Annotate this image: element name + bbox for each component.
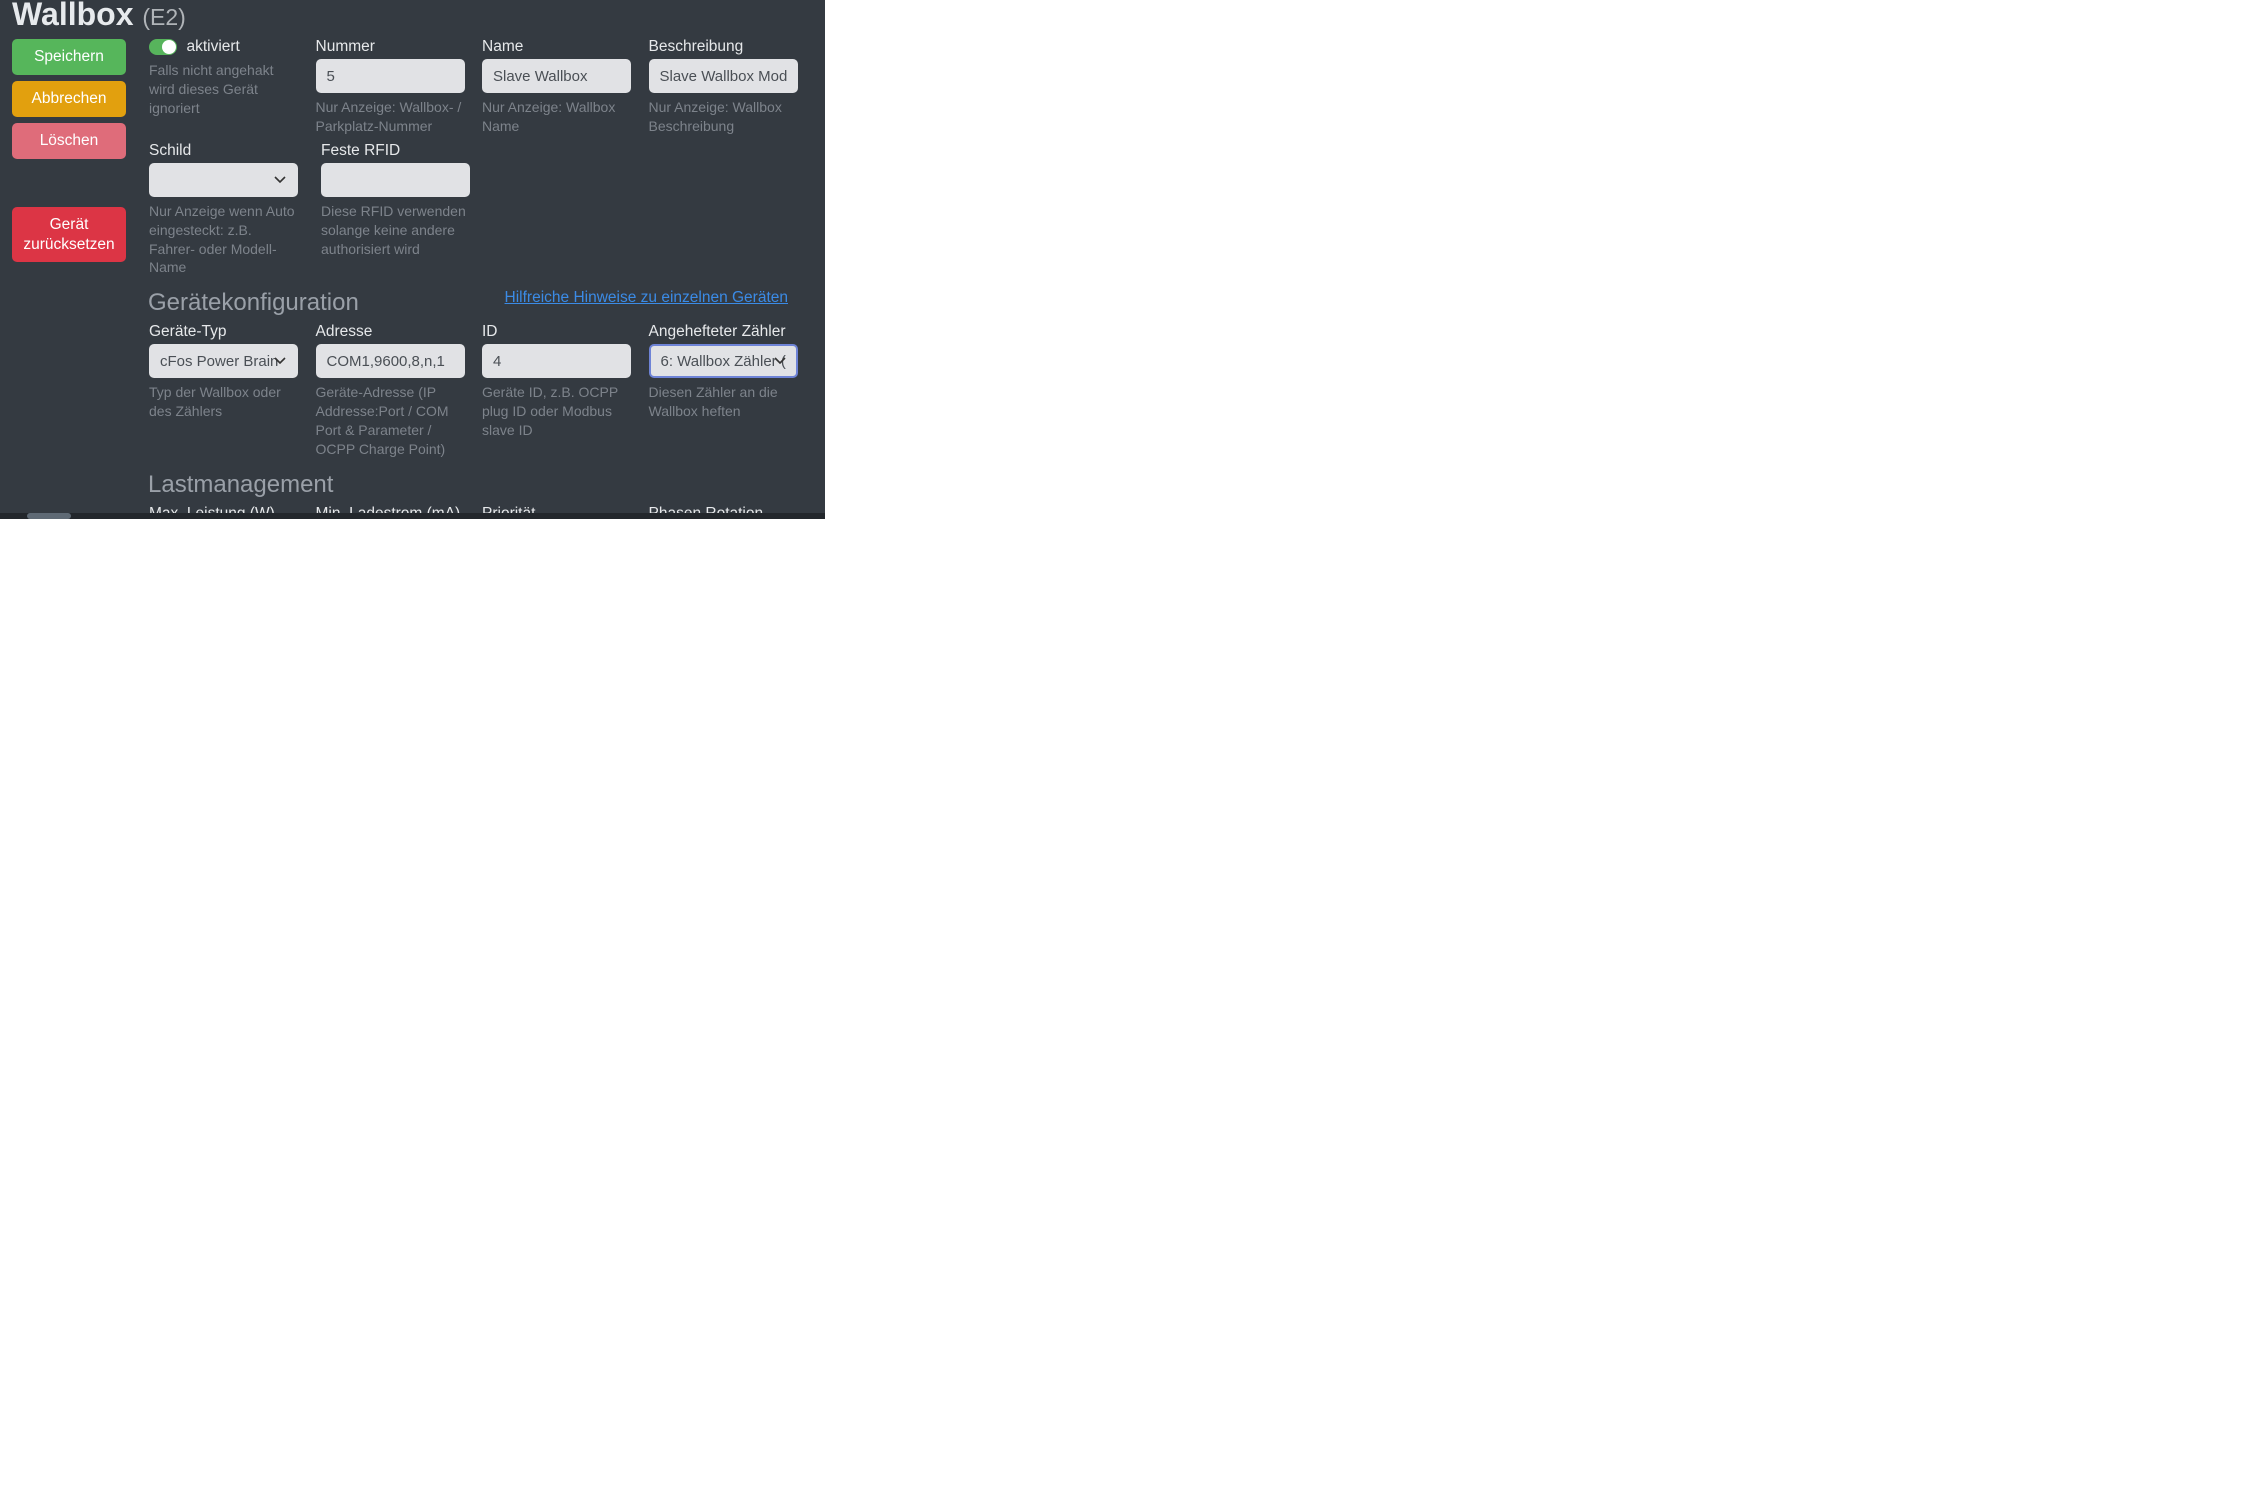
device-type-help: Typ der Wallbox oder des Zählers	[149, 383, 298, 421]
activated-help: Falls nicht angehakt wird dieses Gerät i…	[149, 61, 298, 118]
wallbox-config-panel: Wallbox (E2) Speichern Abbrechen Löschen…	[0, 0, 825, 519]
name-input[interactable]	[482, 59, 631, 93]
description-label: Beschreibung	[649, 38, 812, 56]
rfid-input[interactable]	[321, 163, 470, 197]
id-input[interactable]	[482, 344, 631, 378]
device-type-select[interactable]	[149, 344, 298, 378]
address-input[interactable]	[316, 344, 465, 378]
sign-help: Nur Anzeige wenn Auto eingesteckt: z.B. …	[149, 202, 298, 278]
id-label: ID	[482, 323, 645, 341]
activated-toggle[interactable]	[149, 39, 177, 55]
device-hints-link[interactable]: Hilfreiche Hinweise zu einzelnen Geräten	[505, 289, 788, 307]
sign-select[interactable]	[149, 163, 298, 197]
title-main: Wallbox	[12, 0, 133, 32]
title-sub: (E2)	[142, 4, 185, 30]
description-help: Nur Anzeige: Wallbox Beschreibung	[649, 98, 798, 136]
meter-label: Angehefteter Zähler	[649, 323, 812, 341]
device-type-label: Geräte-Typ	[149, 323, 312, 341]
delete-button[interactable]: Löschen	[12, 123, 126, 159]
action-button-column: Speichern Abbrechen Löschen Gerät zurück…	[12, 39, 126, 268]
name-label: Name	[482, 38, 645, 56]
name-help: Nur Anzeige: Wallbox Name	[482, 98, 631, 136]
section-load-management: Lastmanagement	[148, 471, 812, 499]
sign-label: Schild	[149, 142, 317, 160]
activated-label: aktiviert	[186, 38, 239, 55]
page-title: Wallbox (E2)	[12, 0, 186, 33]
cancel-button[interactable]: Abbrechen	[12, 81, 126, 117]
number-help: Nur Anzeige: Wallbox- / Parkplatz-Nummer	[316, 98, 465, 136]
rfid-help: Diese RFID verwenden solange keine ander…	[321, 202, 470, 259]
save-button[interactable]: Speichern	[12, 39, 126, 75]
meter-select[interactable]	[649, 344, 798, 378]
rfid-label: Feste RFID	[321, 142, 489, 160]
address-help: Geräte-Adresse (IP Addresse:Port / COM P…	[316, 383, 465, 459]
number-label: Nummer	[316, 38, 479, 56]
config-form: aktiviert Falls nicht angehakt wird dies…	[148, 38, 812, 519]
address-label: Adresse	[316, 323, 479, 341]
description-input[interactable]	[649, 59, 798, 93]
horizontal-scrollbar[interactable]	[0, 513, 825, 519]
reset-device-button[interactable]: Gerät zurücksetzen	[12, 207, 126, 262]
number-input[interactable]	[316, 59, 465, 93]
meter-help: Diesen Zähler an die Wallbox heften	[649, 383, 798, 421]
id-help: Geräte ID, z.B. OCPP plug ID oder Modbus…	[482, 383, 631, 440]
